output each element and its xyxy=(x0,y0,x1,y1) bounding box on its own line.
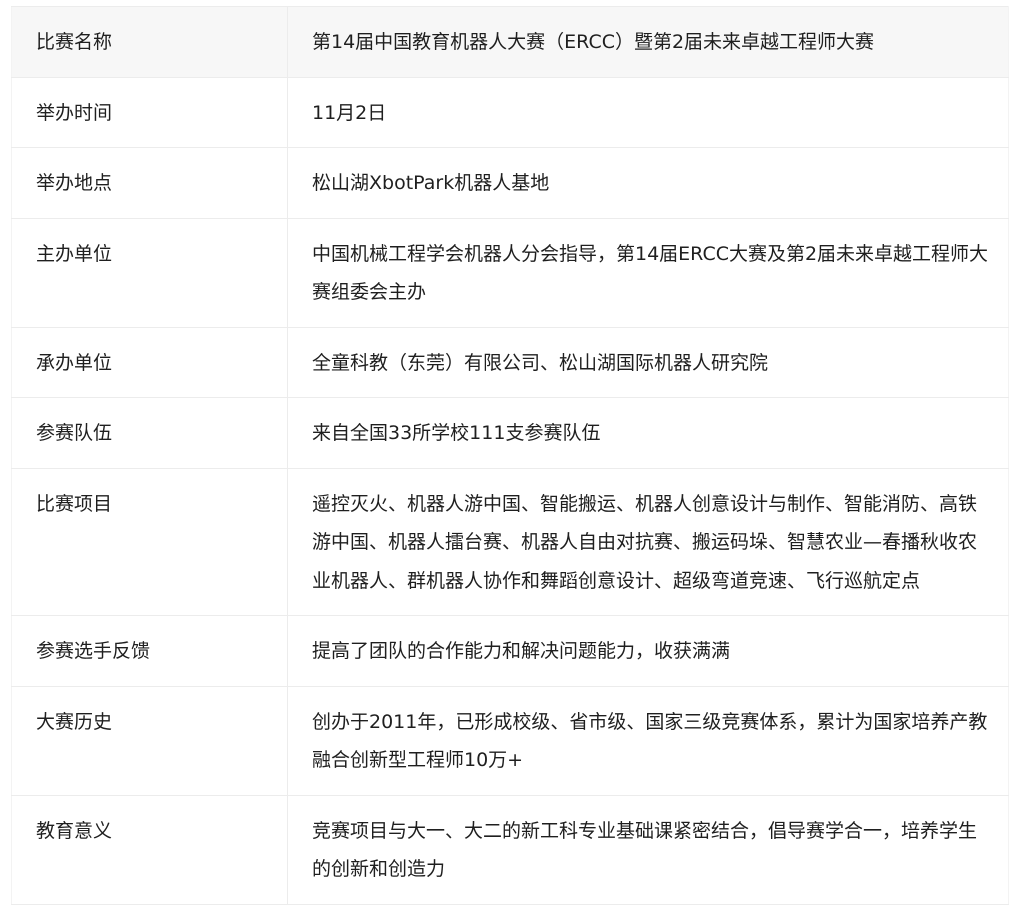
row-label: 举办时间 xyxy=(11,76,288,148)
table-row-undertaker: 承办单位 全童科教（东莞）有限公司、松山湖国际机器人研究院 xyxy=(11,326,1009,398)
table-row-location: 举办地点 松山湖XbotPark机器人基地 xyxy=(11,147,1009,219)
row-value: 中国机械工程学会机器人分会指导，第14届ERCC大赛及第2届未来卓越工程师大赛组… xyxy=(287,217,1009,328)
row-value: 竞赛项目与大一、大二的新工科专业基础课紧密结合，倡导赛学合一，培养学生的创新和创… xyxy=(287,794,1009,905)
info-table-container: 比赛名称 第14届中国教育机器人大赛（ERCC）暨第2届未来卓越工程师大赛 举办… xyxy=(11,6,1009,905)
row-value: 第14届中国教育机器人大赛（ERCC）暨第2届未来卓越工程师大赛 xyxy=(287,6,1009,78)
row-label: 比赛项目 xyxy=(11,467,288,616)
row-label: 举办地点 xyxy=(11,147,288,219)
table-row-history: 大赛历史 创办于2011年，已形成校级、省市级、国家三级竞赛体系，累计为国家培养… xyxy=(11,685,1009,796)
row-label: 承办单位 xyxy=(11,326,288,398)
row-value: 遥控灭火、机器人游中国、智能搬运、机器人创意设计与制作、智能消防、高铁游中国、机… xyxy=(287,467,1009,616)
table-row-significance: 教育意义 竞赛项目与大一、大二的新工科专业基础课紧密结合，倡导赛学合一，培养学生… xyxy=(11,794,1009,905)
row-label: 参赛队伍 xyxy=(11,397,288,469)
row-value: 来自全国33所学校111支参赛队伍 xyxy=(287,397,1009,469)
row-label: 主办单位 xyxy=(11,217,288,328)
row-label: 教育意义 xyxy=(11,794,288,905)
row-label: 大赛历史 xyxy=(11,685,288,796)
table-row-feedback: 参赛选手反馈 提高了团队的合作能力和解决问题能力，收获满满 xyxy=(11,615,1009,687)
table-row-competition-name: 比赛名称 第14届中国教育机器人大赛（ERCC）暨第2届未来卓越工程师大赛 xyxy=(11,6,1009,78)
table-row-events: 比赛项目 遥控灭火、机器人游中国、智能搬运、机器人创意设计与制作、智能消防、高铁… xyxy=(11,467,1009,616)
info-table: 比赛名称 第14届中国教育机器人大赛（ERCC）暨第2届未来卓越工程师大赛 举办… xyxy=(11,6,1009,905)
row-label: 参赛选手反馈 xyxy=(11,615,288,687)
row-value: 提高了团队的合作能力和解决问题能力，收获满满 xyxy=(287,615,1009,687)
table-row-time: 举办时间 11月2日 xyxy=(11,76,1009,148)
row-value: 松山湖XbotPark机器人基地 xyxy=(287,147,1009,219)
row-value: 创办于2011年，已形成校级、省市级、国家三级竞赛体系，累计为国家培养产教融合创… xyxy=(287,685,1009,796)
table-row-organizer: 主办单位 中国机械工程学会机器人分会指导，第14届ERCC大赛及第2届未来卓越工… xyxy=(11,217,1009,328)
row-value: 11月2日 xyxy=(287,76,1009,148)
row-label: 比赛名称 xyxy=(11,6,288,78)
row-value: 全童科教（东莞）有限公司、松山湖国际机器人研究院 xyxy=(287,326,1009,398)
table-row-teams: 参赛队伍 来自全国33所学校111支参赛队伍 xyxy=(11,397,1009,469)
